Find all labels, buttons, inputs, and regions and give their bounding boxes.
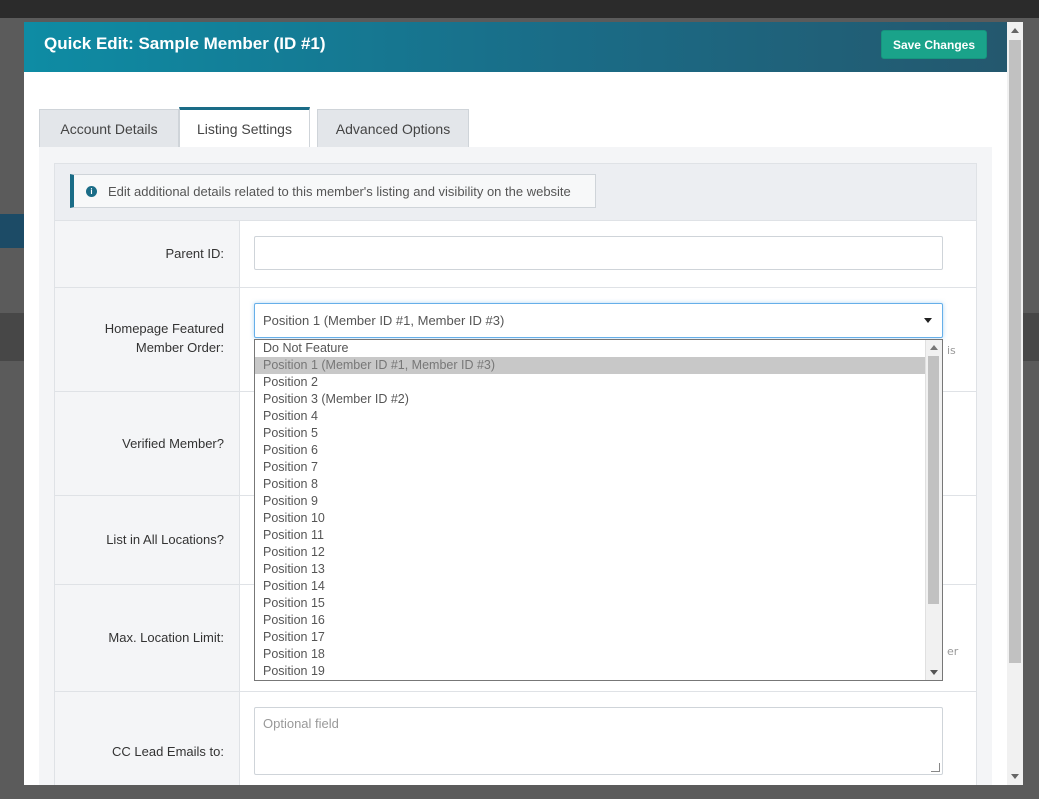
- verified-label: Verified Member?: [122, 436, 224, 451]
- cc-emails-label: CC Lead Emails to:: [112, 744, 224, 759]
- scroll-down-icon[interactable]: [1011, 774, 1019, 779]
- dropdown-options: Do Not Feature Position 1 (Member ID #1, …: [255, 340, 926, 680]
- hint-fragment: is: [947, 344, 956, 357]
- dropdown-option[interactable]: Position 17: [255, 629, 926, 646]
- featured-order-dropdown: Do Not Feature Position 1 (Member ID #1, …: [254, 339, 943, 681]
- dropdown-option[interactable]: Do Not Feature: [255, 340, 926, 357]
- row-cc-emails: CC Lead Emails to: Optional field: [55, 692, 976, 785]
- dropdown-option[interactable]: Position 10: [255, 510, 926, 527]
- cc-emails-placeholder: Optional field: [263, 716, 339, 731]
- dropdown-option[interactable]: Position 2: [255, 374, 926, 391]
- dropdown-option[interactable]: Position 19: [255, 663, 926, 680]
- dropdown-option[interactable]: Position 12: [255, 544, 926, 561]
- label-cell: List in All Locations?: [55, 496, 240, 584]
- info-alert: i Edit additional details related to thi…: [70, 174, 596, 208]
- dropdown-scrollbar[interactable]: [925, 340, 942, 680]
- label-cell: CC Lead Emails to:: [55, 692, 240, 785]
- chevron-down-icon: [924, 318, 932, 323]
- scroll-up-icon[interactable]: [930, 345, 938, 350]
- featured-order-select[interactable]: Position 1 (Member ID #1, Member ID #3): [254, 303, 943, 338]
- background-topbar: [0, 0, 1039, 18]
- cc-emails-textarea[interactable]: Optional field: [254, 707, 943, 775]
- page-scroll-thumb[interactable]: [1009, 40, 1021, 663]
- label-cell: Homepage Featured Member Order:: [55, 288, 240, 391]
- modal-header: Quick Edit: Sample Member (ID #1) Save C…: [24, 22, 1007, 72]
- row-parent-id: Parent ID:: [55, 221, 976, 288]
- info-row: i Edit additional details related to thi…: [55, 164, 976, 221]
- dropdown-option[interactable]: Position 7: [255, 459, 926, 476]
- scroll-up-icon[interactable]: [1011, 28, 1019, 33]
- dropdown-option[interactable]: Position 4: [255, 408, 926, 425]
- dropdown-option[interactable]: Position 18: [255, 646, 926, 663]
- featured-order-value: Position 1 (Member ID #1, Member ID #3): [263, 313, 505, 328]
- background-nav-strip: [0, 214, 24, 248]
- resize-handle-icon[interactable]: [931, 763, 940, 772]
- dropdown-option[interactable]: Position 5: [255, 425, 926, 442]
- modal-title: Quick Edit: Sample Member (ID #1): [44, 34, 326, 53]
- tab-listing-settings[interactable]: Listing Settings: [179, 107, 310, 148]
- label-cell: Parent ID:: [55, 221, 240, 287]
- info-icon: i: [86, 186, 97, 197]
- scroll-down-icon[interactable]: [930, 670, 938, 675]
- featured-order-label: Homepage Featured Member Order:: [104, 321, 224, 355]
- dropdown-option[interactable]: Position 1 (Member ID #1, Member ID #3): [255, 357, 926, 374]
- dropdown-option[interactable]: Position 9: [255, 493, 926, 510]
- label-cell: Verified Member?: [55, 392, 240, 495]
- tab-advanced-options[interactable]: Advanced Options: [317, 109, 469, 148]
- hint-fragment: er: [947, 645, 959, 658]
- dropdown-option[interactable]: Position 6: [255, 442, 926, 459]
- dropdown-option[interactable]: Position 14: [255, 578, 926, 595]
- all-locations-label: List in All Locations?: [106, 532, 224, 547]
- info-text: Edit additional details related to this …: [108, 184, 571, 199]
- dropdown-option[interactable]: Position 8: [255, 476, 926, 493]
- max-location-label: Max. Location Limit:: [108, 630, 224, 645]
- dropdown-option[interactable]: Position 3 (Member ID #2): [255, 391, 926, 408]
- page-scrollbar[interactable]: [1007, 22, 1023, 785]
- label-cell: Max. Location Limit:: [55, 585, 240, 691]
- dropdown-option[interactable]: Position 13: [255, 561, 926, 578]
- tab-account-details[interactable]: Account Details: [39, 109, 179, 148]
- dropdown-scroll-thumb[interactable]: [928, 356, 939, 604]
- save-changes-button[interactable]: Save Changes: [880, 30, 987, 59]
- dropdown-option[interactable]: Position 15: [255, 595, 926, 612]
- parent-id-label: Parent ID:: [165, 246, 224, 261]
- dropdown-option[interactable]: Position 11: [255, 527, 926, 544]
- parent-id-input[interactable]: [254, 236, 943, 270]
- dropdown-option[interactable]: Position 16: [255, 612, 926, 629]
